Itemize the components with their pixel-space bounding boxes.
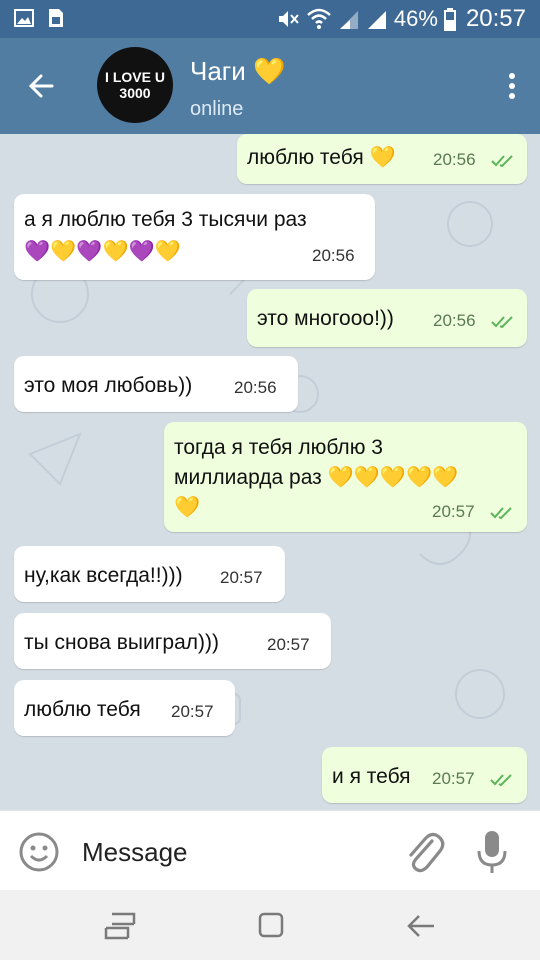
avatar-line: 3000 xyxy=(119,85,151,101)
paperclip-icon[interactable] xyxy=(402,829,446,875)
emoji-icon[interactable] xyxy=(18,831,60,873)
message-time: 20:57 xyxy=(171,702,214,721)
message-time: 20:57 xyxy=(432,502,475,521)
message-text: это многооо!)) xyxy=(257,307,394,330)
message-text: а я люблю тебя 3 тысячи раз xyxy=(24,208,307,231)
message-text: ты снова выиграл))) xyxy=(24,631,219,654)
message-composer xyxy=(0,810,540,891)
message-bubble-out[interactable]: люблю тебя 💛 20:56 xyxy=(237,134,527,184)
message-bubble-out[interactable]: и я тебя 20:57 xyxy=(322,747,527,803)
message-bubble-in[interactable]: это моя любовь)) 20:56 xyxy=(14,356,298,412)
message-text: люблю тебя xyxy=(24,698,141,721)
message-bubble-out[interactable]: тогда я тебя люблю 3 миллиарда раз 💛💛💛💛💛… xyxy=(164,422,527,532)
message-text: это моя любовь)) xyxy=(24,374,193,397)
read-check-icon xyxy=(490,507,512,520)
system-nav-bar xyxy=(0,890,540,960)
chat-header: I LOVE U 3000 Чаги 💛 online xyxy=(0,38,540,134)
avatar[interactable]: I LOVE U 3000 xyxy=(97,47,173,123)
message-time: 20:56 xyxy=(312,246,355,265)
avatar-line: I LOVE U xyxy=(105,69,165,85)
message-time: 20:57 xyxy=(267,635,310,654)
chat-title[interactable]: Чаги 💛 xyxy=(190,56,285,87)
message-bubble-in[interactable]: а я люблю тебя 3 тысячи раз 💜💛💜💛💜💛 20:56 xyxy=(14,194,375,280)
image-icon xyxy=(14,9,34,27)
read-check-icon xyxy=(490,774,512,787)
microphone-icon[interactable] xyxy=(476,829,508,875)
status-bar: 46% 20:57 xyxy=(0,0,540,38)
message-text: ну,как всегда!!))) xyxy=(24,564,183,587)
mute-icon xyxy=(278,11,299,27)
chat-status: online xyxy=(190,98,244,120)
message-time: 20:56 xyxy=(234,378,277,397)
read-check-icon xyxy=(491,316,513,329)
message-bubble-out[interactable]: это многооо!)) 20:56 xyxy=(247,289,527,347)
message-time: 20:57 xyxy=(432,769,475,788)
message-emoji: 💛 xyxy=(174,496,201,519)
read-check-icon xyxy=(491,155,513,168)
message-text: люблю тебя 💛 xyxy=(247,146,396,169)
signal-icon xyxy=(339,11,358,29)
nav-back-icon[interactable] xyxy=(406,912,436,940)
message-emoji: 💜💛💜💛💜💛 xyxy=(24,240,181,263)
sim-icon xyxy=(49,9,63,27)
clock: 20:57 xyxy=(465,5,526,32)
message-bubble-in[interactable]: ты снова выиграл))) 20:57 xyxy=(14,613,331,669)
message-time: 20:56 xyxy=(433,150,476,169)
message-list[interactable]: люблю тебя 💛 20:56 а я люблю тебя 3 тыся… xyxy=(0,134,540,810)
menu-dots-icon[interactable] xyxy=(506,66,518,106)
battery-icon xyxy=(443,8,456,31)
message-input[interactable] xyxy=(80,833,374,871)
home-icon[interactable] xyxy=(258,912,284,938)
message-time: 20:56 xyxy=(433,311,476,330)
recent-apps-icon[interactable] xyxy=(104,912,136,940)
battery-percent: 46% xyxy=(393,6,438,31)
message-time: 20:57 xyxy=(220,568,263,587)
message-bubble-in[interactable]: люблю тебя 20:57 xyxy=(14,680,235,736)
message-bubble-in[interactable]: ну,как всегда!!))) 20:57 xyxy=(14,546,285,602)
signal-icon xyxy=(367,11,386,29)
wifi-icon xyxy=(307,8,331,29)
message-text: тогда я тебя люблю 3 xyxy=(174,436,383,459)
message-text: миллиарда раз 💛💛💛💛💛 xyxy=(174,466,459,489)
message-text: и я тебя xyxy=(332,765,411,788)
back-arrow-icon[interactable] xyxy=(22,66,62,106)
